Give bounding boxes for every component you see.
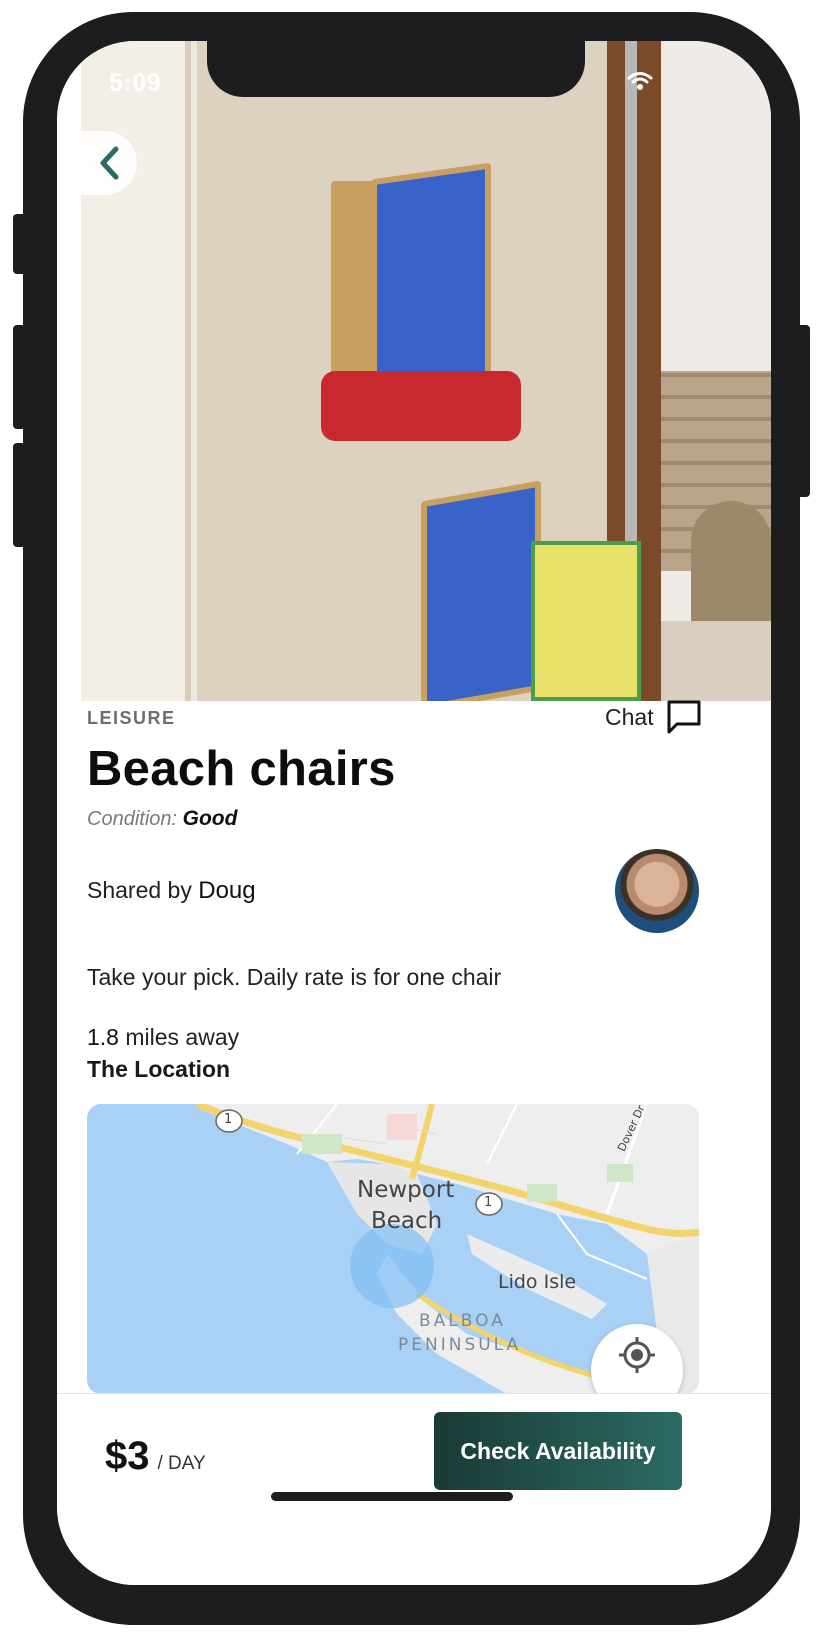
item-title: Beach chairs bbox=[87, 742, 396, 796]
map-label-newport: Newport bbox=[357, 1177, 455, 1203]
chevron-left-icon bbox=[100, 146, 119, 180]
phone-frame: 5:09 LEISURE Chat Beach chairs Condition… bbox=[23, 12, 800, 1625]
photo-chair-lower bbox=[421, 480, 541, 701]
distance-unit: miles away bbox=[125, 1024, 240, 1050]
notch bbox=[207, 41, 585, 97]
chat-bubble-icon bbox=[667, 700, 701, 734]
map-label-balboa: BALBOA bbox=[419, 1311, 506, 1331]
map-route-label-2: 1 bbox=[484, 1195, 493, 1210]
location-heading: The Location bbox=[87, 1056, 231, 1082]
status-time: 5:09 bbox=[109, 69, 162, 97]
photo-plant bbox=[691, 501, 771, 621]
owner-name[interactable]: Doug bbox=[198, 877, 255, 904]
map-label-peninsula: PENINSULA bbox=[398, 1335, 522, 1355]
location-map[interactable]: 1 1 Newport Beach Lido Isle BALBOA PENIN… bbox=[87, 1104, 699, 1394]
map-label-beach-text: Beach bbox=[371, 1208, 443, 1234]
price: $3 / DAY bbox=[105, 1434, 206, 1479]
chat-button[interactable]: Chat bbox=[605, 699, 702, 735]
wifi-icon bbox=[627, 72, 653, 90]
photo-polka-box bbox=[531, 541, 641, 701]
item-description: Take your pick. Daily rate is for one ch… bbox=[87, 964, 502, 990]
owner-avatar[interactable] bbox=[615, 849, 699, 933]
photo-red-bag bbox=[321, 371, 521, 441]
price-unit: / DAY bbox=[157, 1453, 206, 1474]
booking-bar: $3 / DAY Check Availability bbox=[57, 1393, 771, 1585]
price-value: $3 bbox=[105, 1434, 150, 1478]
distance-value: 1.8 bbox=[87, 1024, 119, 1050]
condition-value: Good bbox=[182, 807, 238, 830]
app-screen: 5:09 LEISURE Chat Beach chairs Condition… bbox=[57, 41, 771, 1585]
photo-ground bbox=[661, 621, 771, 701]
map-label-lido: Lido Isle bbox=[498, 1271, 577, 1293]
home-indicator bbox=[271, 1492, 513, 1501]
item-category: LEISURE bbox=[87, 708, 176, 728]
condition-label: Condition: bbox=[87, 808, 178, 830]
check-availability-button[interactable]: Check Availability bbox=[434, 1412, 682, 1490]
map-route-label: 1 bbox=[224, 1112, 233, 1127]
item-condition: Condition: Good bbox=[87, 807, 237, 831]
my-location-icon bbox=[619, 1337, 655, 1373]
shared-by-label: Shared by bbox=[87, 877, 192, 903]
item-photo bbox=[81, 41, 771, 701]
shared-by: Shared by Doug bbox=[87, 877, 256, 905]
item-distance: 1.8 miles away bbox=[87, 1024, 239, 1051]
chat-label: Chat bbox=[605, 703, 654, 730]
